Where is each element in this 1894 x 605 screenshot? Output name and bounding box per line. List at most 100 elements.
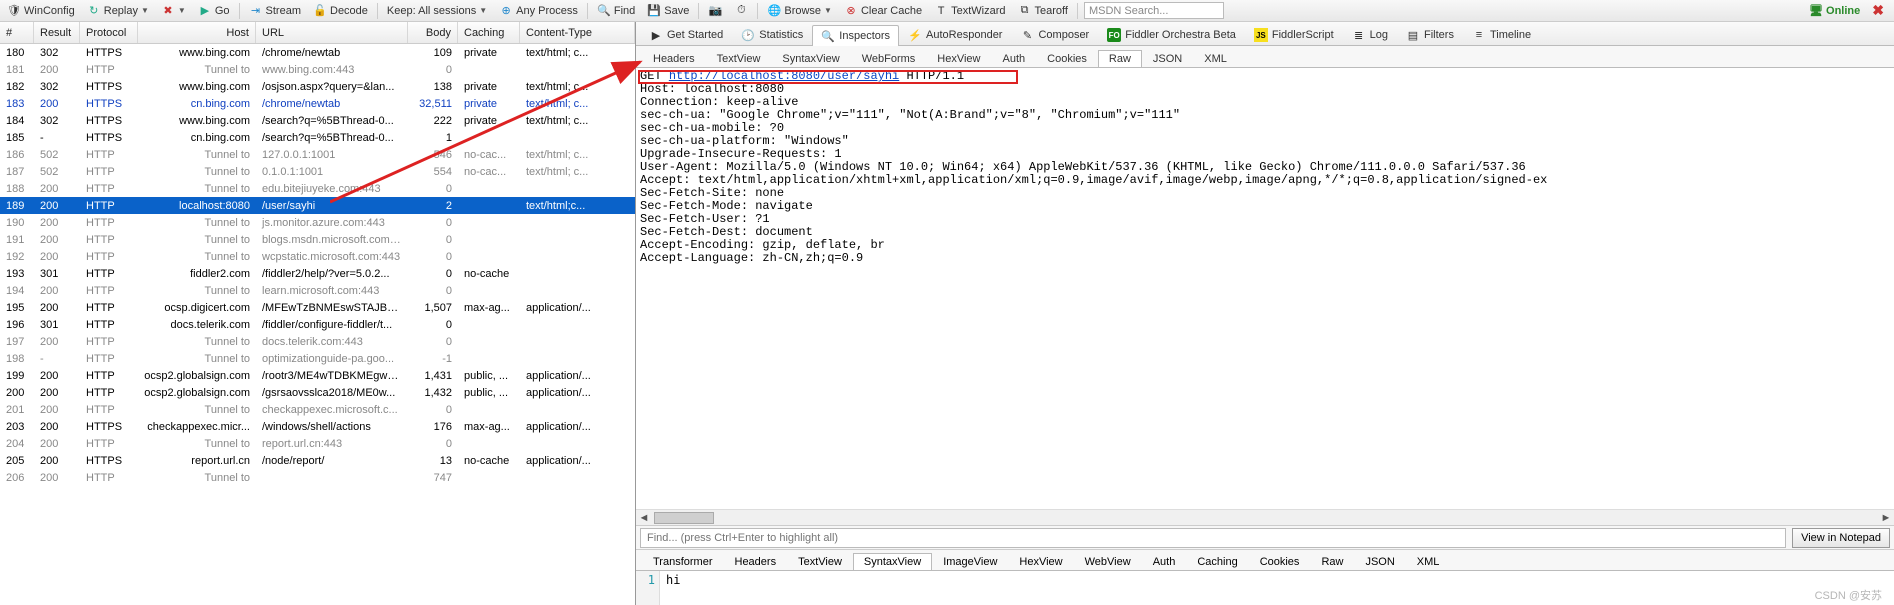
screenshot-button[interactable]: 📷 — [705, 4, 725, 18]
req-tab-syntaxview[interactable]: SyntaxView — [771, 50, 850, 67]
tab-autoresponder[interactable]: ⚡AutoResponder — [899, 24, 1011, 45]
h-scrollbar[interactable]: ◄ ► — [636, 509, 1894, 525]
remove-button[interactable]: ✖▼ — [158, 4, 189, 18]
replay-button[interactable]: ↻Replay▼ — [84, 4, 152, 18]
grid-body[interactable]: 180302HTTPSwww.bing.com/chrome/newtab109… — [0, 44, 635, 605]
col-result[interactable]: Result — [34, 22, 80, 43]
col-protocol[interactable]: Protocol — [80, 22, 138, 43]
table-row[interactable]: 200200HTTPocsp2.globalsign.com/gsrsaovss… — [0, 384, 635, 401]
close-button[interactable]: ✖ — [1866, 2, 1890, 19]
table-row[interactable]: 182302HTTPSwww.bing.com/osjson.aspx?quer… — [0, 78, 635, 95]
table-row[interactable]: 201200HTTPTunnel tocheckappexec.microsof… — [0, 401, 635, 418]
process-dropdown[interactable]: ⊕Any Process — [496, 4, 581, 18]
resp-tab-caching[interactable]: Caching — [1186, 553, 1248, 570]
table-row[interactable]: 199200HTTPocsp2.globalsign.com/rootr3/ME… — [0, 367, 635, 384]
find-button[interactable]: 🔍Find — [594, 4, 638, 18]
table-row[interactable]: 203200HTTPScheckappexec.micr.../windows/… — [0, 418, 635, 435]
tab-log[interactable]: ≣Log — [1343, 24, 1397, 45]
tab-fiddlerscript[interactable]: JSFiddlerScript — [1245, 24, 1343, 45]
table-row[interactable]: 195200HTTPocsp.digicert.com/MFEwTzBNMEsw… — [0, 299, 635, 316]
tab-inspectors[interactable]: 🔍Inspectors — [812, 25, 899, 46]
timer-button[interactable]: ⏱ — [731, 4, 751, 18]
tab-get-started[interactable]: ▶Get Started — [640, 24, 732, 45]
scroll-thumb[interactable] — [654, 512, 714, 524]
online-indicator[interactable]: 🖥Online — [1809, 4, 1860, 17]
resp-tab-imageview[interactable]: ImageView — [932, 553, 1008, 570]
table-row[interactable]: 183200HTTPScn.bing.com/chrome/newtab32,5… — [0, 95, 635, 112]
table-row[interactable]: 191200HTTPTunnel toblogs.msdn.microsoft.… — [0, 231, 635, 248]
req-tab-raw[interactable]: Raw — [1098, 50, 1142, 67]
response-body[interactable]: 1 hi — [636, 571, 1894, 605]
table-row[interactable]: 193301HTTPfiddler2.com/fiddler2/help/?ve… — [0, 265, 635, 282]
table-row[interactable]: 189200HTTPlocalhost:8080/user/sayhi2text… — [0, 197, 635, 214]
raw-request-text[interactable]: GET http://localhost:8080/user/sayhi HTT… — [636, 68, 1894, 509]
tab-composer[interactable]: ✎Composer — [1011, 24, 1098, 45]
resp-tab-xml[interactable]: XML — [1406, 553, 1451, 570]
textwizard-button[interactable]: TTextWizard — [931, 4, 1008, 18]
resp-tab-webview[interactable]: WebView — [1074, 553, 1142, 570]
resp-tab-auth[interactable]: Auth — [1142, 553, 1187, 570]
msdn-search-input[interactable]: MSDN Search... — [1084, 2, 1224, 19]
table-row[interactable]: 187502HTTPTunnel to0.1.0.1:1001554no-cac… — [0, 163, 635, 180]
table-row[interactable]: 206200HTTPTunnel to747 — [0, 469, 635, 486]
col-url[interactable]: URL — [256, 22, 408, 43]
req-tab-headers[interactable]: Headers — [642, 50, 706, 67]
table-row[interactable]: 190200HTTPTunnel tojs.monitor.azure.com:… — [0, 214, 635, 231]
resp-tab-syntaxview[interactable]: SyntaxView — [853, 553, 932, 570]
req-tab-cookies[interactable]: Cookies — [1036, 50, 1098, 67]
resp-tab-cookies[interactable]: Cookies — [1249, 553, 1311, 570]
scroll-left-icon[interactable]: ◄ — [636, 511, 652, 525]
table-row[interactable]: 180302HTTPSwww.bing.com/chrome/newtab109… — [0, 44, 635, 61]
col-contenttype[interactable]: Content-Type — [520, 22, 635, 43]
table-row[interactable]: 185-HTTPScn.bing.com/search?q=%5BThread-… — [0, 129, 635, 146]
req-tab-xml[interactable]: XML — [1193, 50, 1238, 67]
table-row[interactable]: 186502HTTPTunnel to127.0.0.1:1001546no-c… — [0, 146, 635, 163]
col-body[interactable]: Body — [408, 22, 458, 43]
request-url-link[interactable]: http://localhost:8080/user/sayhi — [669, 69, 899, 83]
table-row[interactable]: 198-HTTPTunnel tooptimizationguide-pa.go… — [0, 350, 635, 367]
resp-tab-raw[interactable]: Raw — [1310, 553, 1354, 570]
req-tab-auth[interactable]: Auth — [992, 50, 1037, 67]
winconfig-button[interactable]: 🛡WinConfig — [4, 4, 78, 18]
decode-button[interactable]: 🔓Decode — [310, 4, 371, 18]
label: Clear Cache — [861, 5, 922, 17]
req-tab-webforms[interactable]: WebForms — [851, 50, 927, 67]
browse-button[interactable]: 🌐Browse▼ — [764, 4, 835, 18]
go-button[interactable]: ▶Go — [195, 4, 233, 18]
view-notepad-button[interactable]: View in Notepad — [1792, 528, 1890, 548]
keep-dropdown[interactable]: Keep: All sessions▼ — [384, 5, 490, 17]
label: Keep: All sessions — [387, 5, 476, 17]
table-row[interactable]: 205200HTTPSreport.url.cn/node/report/13n… — [0, 452, 635, 469]
resp-tab-json[interactable]: JSON — [1354, 553, 1405, 570]
tab-statistics[interactable]: 🕑Statistics — [732, 24, 812, 45]
tab-filters[interactable]: ▤Filters — [1397, 24, 1463, 45]
stream-button[interactable]: ⇥Stream — [246, 4, 304, 18]
log-icon: ≣ — [1352, 28, 1366, 42]
table-row[interactable]: 181200HTTPTunnel towww.bing.com:4430 — [0, 61, 635, 78]
table-row[interactable]: 197200HTTPTunnel todocs.telerik.com:4430 — [0, 333, 635, 350]
table-row[interactable]: 196301HTTPdocs.telerik.com/fiddler/confi… — [0, 316, 635, 333]
col-host[interactable]: Host — [138, 22, 256, 43]
resp-tab-headers[interactable]: Headers — [724, 553, 788, 570]
req-tab-textview[interactable]: TextView — [706, 50, 772, 67]
tab-timeline[interactable]: ≡Timeline — [1463, 24, 1540, 45]
table-row[interactable]: 194200HTTPTunnel tolearn.microsoft.com:4… — [0, 282, 635, 299]
scroll-right-icon[interactable]: ► — [1878, 511, 1894, 525]
tab-fiddler-orchestra-beta[interactable]: FOFiddler Orchestra Beta — [1098, 24, 1245, 45]
save-button[interactable]: 💾Save — [644, 4, 692, 18]
clearcache-button[interactable]: ⊗Clear Cache — [841, 4, 925, 18]
table-row[interactable]: 188200HTTPTunnel toedu.bitejiuyeke.com:4… — [0, 180, 635, 197]
req-tab-hexview[interactable]: HexView — [926, 50, 991, 67]
req-tab-json[interactable]: JSON — [1142, 50, 1193, 67]
find-input[interactable] — [640, 528, 1786, 548]
resp-tab-transformer[interactable]: Transformer — [642, 553, 724, 570]
col-id[interactable]: # — [0, 22, 34, 43]
target-icon: ⊕ — [499, 4, 513, 18]
tearoff-button[interactable]: ⧉Tearoff — [1015, 4, 1071, 18]
resp-tab-textview[interactable]: TextView — [787, 553, 853, 570]
table-row[interactable]: 184302HTTPSwww.bing.com/search?q=%5BThre… — [0, 112, 635, 129]
resp-tab-hexview[interactable]: HexView — [1008, 553, 1073, 570]
col-caching[interactable]: Caching — [458, 22, 520, 43]
table-row[interactable]: 204200HTTPTunnel toreport.url.cn:4430 — [0, 435, 635, 452]
table-row[interactable]: 192200HTTPTunnel towcpstatic.microsoft.c… — [0, 248, 635, 265]
